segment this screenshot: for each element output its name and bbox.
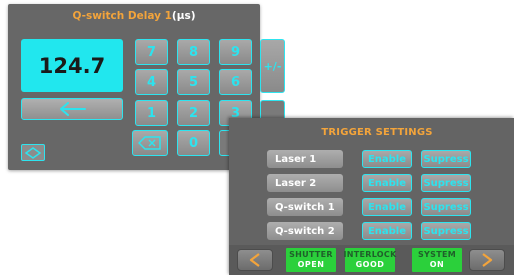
backspace-icon — [138, 136, 161, 150]
key-1[interactable]: 1 — [135, 100, 168, 126]
keypad-title-unit: (µs) — [171, 10, 196, 22]
chevron-left-icon — [249, 253, 260, 267]
status-interlock-label: INTERLOCK — [343, 250, 397, 259]
backspace-button[interactable] — [132, 130, 168, 156]
channel-name-q-switch-1[interactable]: Q-switch 1 — [267, 198, 343, 216]
keypad-title-parameter: Q-switch Delay 1 — [72, 10, 172, 22]
key-5[interactable]: 5 — [177, 69, 210, 95]
trigger-row-laser-1: Laser 1 Enable Supress — [229, 150, 514, 170]
enable-button-laser-2[interactable]: Enable — [362, 174, 412, 192]
supress-button-q-switch-2[interactable]: Supress — [421, 222, 471, 240]
status-system-state: ON — [429, 260, 445, 269]
enable-button-q-switch-1[interactable]: Enable — [362, 198, 412, 216]
key-2[interactable]: 2 — [177, 100, 210, 126]
status-shutter-state: OPEN — [297, 260, 325, 269]
enable-button-laser-1[interactable]: Enable — [362, 150, 412, 168]
trigger-row-q-switch-2: Q-switch 2 Enable Supress — [229, 222, 514, 242]
key-8[interactable]: 8 — [177, 39, 210, 65]
prev-page-button[interactable] — [237, 249, 273, 271]
channel-name-laser-2[interactable]: Laser 2 — [267, 174, 343, 192]
supress-button-laser-2[interactable]: Supress — [421, 174, 471, 192]
key-4[interactable]: 4 — [135, 69, 168, 95]
next-page-button[interactable] — [469, 249, 505, 271]
enable-button-q-switch-2[interactable]: Enable — [362, 222, 412, 240]
status-system: SYSTEM ON — [412, 248, 462, 272]
trigger-settings-title: TRIGGER SETTINGS — [321, 127, 433, 138]
up-down-chevron-icon — [24, 146, 42, 159]
supress-button-laser-1[interactable]: Supress — [421, 150, 471, 168]
trigger-row-laser-2: Laser 2 Enable Supress — [229, 174, 514, 194]
supress-button-q-switch-1[interactable]: Supress — [421, 198, 471, 216]
status-system-label: SYSTEM — [418, 250, 456, 259]
chevron-right-icon — [482, 253, 493, 267]
status-interlock-state: GOOD — [355, 260, 385, 269]
keypad-title: Q-switch Delay 1(µs) — [8, 10, 260, 22]
status-shutter: SHUTTER OPEN — [286, 248, 336, 272]
value-display: 124.7 — [21, 39, 123, 92]
key-7[interactable]: 7 — [135, 39, 168, 65]
left-arrow-icon — [60, 102, 86, 116]
status-bar: SHUTTER OPEN INTERLOCK GOOD SYSTEM ON — [229, 245, 514, 275]
key-0[interactable]: 0 — [177, 130, 210, 156]
trigger-row-q-switch-1: Q-switch 1 Enable Supress — [229, 198, 514, 218]
key-9[interactable]: 9 — [219, 39, 252, 65]
channel-name-q-switch-2[interactable]: Q-switch 2 — [267, 222, 343, 240]
trigger-settings-panel: TRIGGER SETTINGS Laser 1 Enable Supress … — [229, 118, 514, 275]
key-6[interactable]: 6 — [219, 69, 252, 95]
status-interlock: INTERLOCK GOOD — [343, 248, 397, 272]
back-button[interactable] — [21, 98, 123, 120]
plus-minus-button[interactable]: +/- — [260, 39, 285, 93]
channel-name-laser-1[interactable]: Laser 1 — [267, 150, 343, 168]
status-shutter-label: SHUTTER — [289, 250, 333, 259]
keypad-panel: Q-switch Delay 1(µs) 124.7 7 8 9 4 5 6 1… — [8, 4, 285, 170]
toggle-button[interactable] — [21, 144, 45, 161]
